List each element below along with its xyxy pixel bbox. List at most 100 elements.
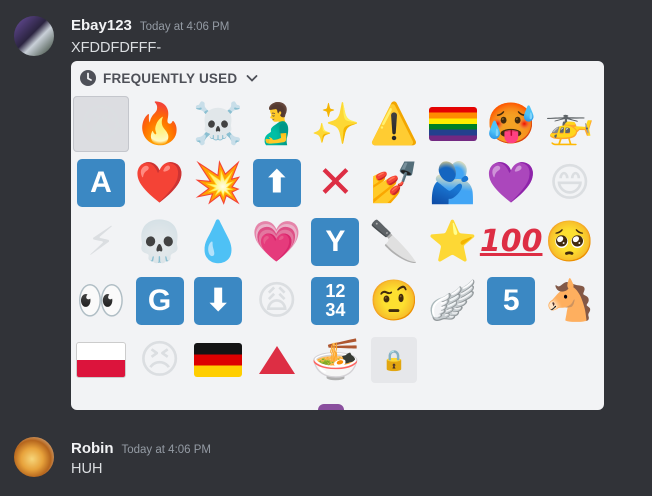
regional-y-glyph: Y bbox=[311, 218, 360, 266]
emoji-down-arrow[interactable]: ⬇ bbox=[190, 273, 246, 329]
locked-custom-emoji-glyph: 🔒 bbox=[370, 337, 417, 383]
emoji-red-heart[interactable]: ❤️ bbox=[132, 155, 188, 211]
message-content: HUH bbox=[71, 461, 103, 477]
emoji-nail-polish[interactable]: 💅 bbox=[366, 155, 422, 211]
emoji-flag-poland[interactable] bbox=[73, 332, 129, 388]
rainbow-flag-glyph bbox=[428, 107, 477, 141]
emoji-picker: FREQUENTLY USED 😭 🔥 ☠️ 🫃 ✨ ⚠️ 🥵 🚁 A ❤️ 💥 ⬆ ✕ 💅 🫂 💜 😄 ⚡ 💀 💧 💗… bbox=[71, 61, 604, 410]
keycap-5-glyph: 5 bbox=[487, 277, 536, 325]
avatar[interactable] bbox=[14, 437, 54, 477]
red-triangle-glyph bbox=[258, 346, 295, 374]
emoji-grid: 😭 🔥 ☠️ 🫃 ✨ ⚠️ 🥵 🚁 A ❤️ 💥 ⬆ ✕ 💅 🫂 💜 😄 ⚡ 💀 💧 💗 Y 🔪 ⭐ 100 🥺 👀 G ⬇ 😩 12 34 🤨… bbox=[73, 96, 601, 391]
emoji-collision[interactable]: 💥 bbox=[190, 155, 246, 211]
emoji-locked-custom-emoji[interactable]: 🔒 bbox=[366, 332, 422, 388]
username[interactable]: Robin bbox=[71, 440, 114, 457]
sparkles-glyph: ✨ bbox=[310, 101, 361, 147]
emoji-people-hugging[interactable]: 🫂 bbox=[425, 155, 481, 211]
emoji-warning[interactable]: ⚠️ bbox=[366, 96, 422, 152]
avatar[interactable] bbox=[14, 16, 54, 56]
droplet-glyph: 💧 bbox=[193, 219, 244, 265]
crying-face-glyph: 😭 bbox=[77, 101, 125, 147]
lock-icon: 🔒 bbox=[381, 348, 407, 372]
timestamp: Today at 4:06 PM bbox=[121, 444, 212, 456]
emoji-knife[interactable]: 🔪 bbox=[366, 214, 422, 270]
pregnant-man-glyph: 🫃 bbox=[251, 101, 302, 147]
purple-heart-glyph: 💜 bbox=[486, 160, 537, 206]
weary-face-glyph: 😩 bbox=[255, 278, 298, 324]
persevering-face-glyph: 😣 bbox=[138, 337, 181, 383]
emoji-star[interactable]: ⭐ bbox=[425, 214, 481, 270]
skull-glyph: 💀 bbox=[134, 219, 185, 265]
star-glyph: ⭐ bbox=[427, 219, 478, 265]
face-with-raised-eyebrow-glyph: 🤨 bbox=[369, 278, 419, 324]
helicopter-glyph: 🚁 bbox=[544, 101, 595, 147]
emoji-face-with-raised-eyebrow[interactable]: 🤨 bbox=[366, 273, 422, 329]
knife-glyph: 🔪 bbox=[369, 219, 419, 265]
username[interactable]: Ebay123 bbox=[71, 17, 132, 34]
input-numbers-glyph: 12 34 bbox=[311, 277, 360, 325]
warning-glyph: ⚠️ bbox=[369, 101, 419, 147]
skull-and-crossbones-glyph: ☠️ bbox=[193, 101, 244, 147]
section-title: FREQUENTLY USED bbox=[103, 70, 238, 86]
emoji-skull-and-crossbones[interactable]: ☠️ bbox=[190, 96, 246, 152]
chevron-down-icon[interactable] bbox=[245, 71, 259, 85]
emoji-hundred-points[interactable]: 100 bbox=[480, 214, 543, 270]
collision-glyph: 💥 bbox=[193, 160, 244, 206]
emoji-droplet[interactable]: 💧 bbox=[190, 214, 246, 270]
growing-heart-glyph: 💗 bbox=[251, 219, 302, 265]
emoji-sparkles[interactable]: ✨ bbox=[307, 96, 363, 152]
emoji-purple-heart[interactable]: 💜 bbox=[483, 155, 539, 211]
grinning-face-glyph: 😄 bbox=[548, 160, 591, 206]
clock-icon bbox=[79, 69, 97, 87]
hundred-points-glyph: 100 bbox=[479, 224, 543, 259]
nail-polish-glyph: 💅 bbox=[369, 160, 419, 206]
cross-mark-glyph: ✕ bbox=[316, 157, 354, 208]
emoji-crying-face[interactable]: 😭 bbox=[73, 96, 129, 152]
emoji-persevering-face[interactable]: 😣 bbox=[132, 332, 188, 388]
emoji-helicopter[interactable]: 🚁 bbox=[542, 96, 598, 152]
emoji-regional-g[interactable]: G bbox=[132, 273, 188, 329]
emoji-skull[interactable]: 💀 bbox=[132, 214, 188, 270]
eyes-glyph: 👀 bbox=[76, 278, 126, 324]
message-header: Ebay123 Today at 4:06 PM bbox=[71, 17, 229, 34]
red-heart-glyph: ❤️ bbox=[134, 160, 185, 206]
angry-devil-face-glyph: 🥵 bbox=[486, 101, 537, 147]
message-content: XFDDFDFFF- bbox=[71, 40, 162, 56]
emoji-pleading-face[interactable]: 🥺 bbox=[542, 214, 598, 270]
emoji-growing-heart[interactable]: 💗 bbox=[249, 214, 305, 270]
emoji-regional-a[interactable]: A bbox=[73, 155, 129, 211]
steaming-bowl-glyph: 🍜 bbox=[310, 337, 361, 383]
emoji-steaming-bowl[interactable]: 🍜 bbox=[307, 332, 363, 388]
emoji-eyes[interactable]: 👀 bbox=[73, 273, 129, 329]
emoji-angry-devil-face[interactable]: 🥵 bbox=[483, 96, 539, 152]
emoji-rainbow-flag[interactable] bbox=[425, 96, 481, 152]
regional-g-glyph: G bbox=[135, 277, 184, 325]
wing-glyph: 🪽 bbox=[427, 278, 478, 324]
flag-poland-glyph bbox=[76, 342, 126, 378]
emoji-flag-germany[interactable] bbox=[190, 332, 246, 388]
regional-a-glyph: A bbox=[77, 159, 125, 207]
emoji-keycap-5[interactable]: 5 bbox=[483, 273, 539, 329]
emoji-high-voltage[interactable]: ⚡ bbox=[73, 214, 129, 270]
emoji-weary-face[interactable]: 😩 bbox=[249, 273, 305, 329]
emoji-pregnant-man[interactable]: 🫃 bbox=[249, 96, 305, 152]
section-header-frequently-used[interactable]: FREQUENTLY USED bbox=[79, 67, 259, 89]
people-hugging-glyph: 🫂 bbox=[427, 160, 478, 206]
down-arrow-glyph: ⬇ bbox=[194, 277, 243, 325]
next-section-icon bbox=[318, 404, 344, 410]
emoji-horse-face[interactable]: 🐴 bbox=[542, 273, 598, 329]
emoji-red-triangle[interactable] bbox=[249, 332, 305, 388]
emoji-wing[interactable]: 🪽 bbox=[425, 273, 481, 329]
flag-germany-glyph bbox=[194, 343, 243, 377]
up-arrow-glyph: ⬆ bbox=[252, 159, 301, 207]
emoji-up-arrow[interactable]: ⬆ bbox=[249, 155, 305, 211]
emoji-input-numbers[interactable]: 12 34 bbox=[307, 273, 363, 329]
emoji-regional-y[interactable]: Y bbox=[307, 214, 363, 270]
emoji-cross-mark[interactable]: ✕ bbox=[307, 155, 363, 211]
pleading-face-glyph: 🥺 bbox=[544, 219, 595, 265]
message-header: Robin Today at 4:06 PM bbox=[71, 440, 211, 457]
emoji-grinning-face[interactable]: 😄 bbox=[542, 155, 598, 211]
high-voltage-glyph: ⚡ bbox=[86, 219, 116, 265]
fire-glyph: 🔥 bbox=[134, 101, 185, 147]
emoji-fire[interactable]: 🔥 bbox=[132, 96, 188, 152]
